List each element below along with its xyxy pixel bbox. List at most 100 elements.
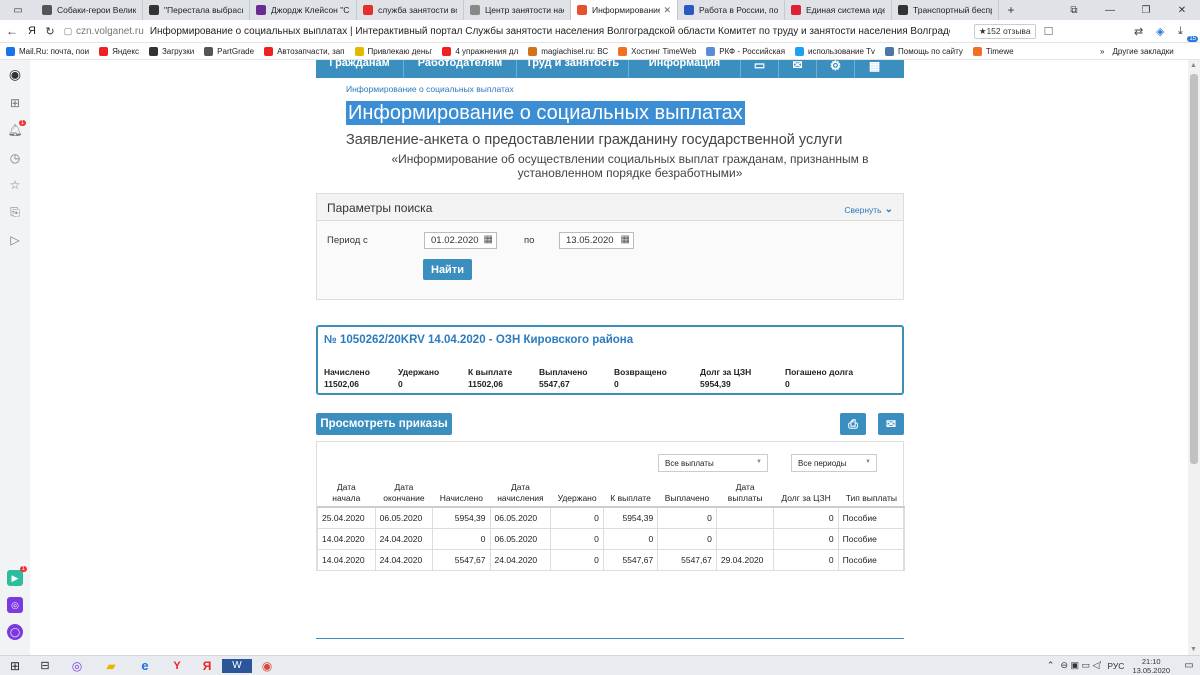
notification-center-icon[interactable]: ▭: [1178, 660, 1200, 671]
bookmark-item[interactable]: использование Tv: [795, 46, 875, 56]
tray-icons[interactable]: ⊖ ▣ ▭ ◁ʼ: [1060, 660, 1101, 671]
bookmark-tabs-icon[interactable]: ⧉: [1056, 0, 1092, 20]
settings-icon[interactable]: ⚙: [817, 60, 855, 78]
close-window-icon[interactable]: ✕: [1164, 0, 1200, 20]
table-row[interactable]: 14.04.2020 24.04.2020 0 06.05.2020 0 0 0 0 Пособ…: [317, 527, 906, 550]
bookmark-item[interactable]: magiachisel.ru: ВС: [528, 46, 608, 56]
browser-tab[interactable]: Работа в России, пои: [678, 0, 785, 20]
yandex-logo[interactable]: Я: [24, 25, 40, 37]
nav-info[interactable]: Информация: [629, 60, 741, 78]
bookmark-item[interactable]: PartGrade: [204, 46, 254, 56]
other-bookmarks[interactable]: Другие закладки: [1112, 47, 1173, 56]
print-icon[interactable]: ⎙: [840, 413, 866, 435]
date-to-input[interactable]: 13.05.2020 ▦: [559, 232, 634, 249]
browser-tab[interactable]: Информирование ✕: [571, 0, 678, 20]
alice-voice-icon[interactable]: ◯: [7, 624, 23, 640]
find-button[interactable]: Найти: [423, 259, 472, 280]
favicon-icon: [363, 5, 373, 15]
minimize-icon[interactable]: —: [1092, 0, 1128, 20]
alice-app-icon[interactable]: ◎: [7, 597, 23, 613]
bookmark-icon[interactable]: ☐: [1044, 25, 1054, 38]
bookmark-item[interactable]: 4 упражнения дл: [442, 46, 518, 56]
video-icon[interactable]: ▷: [7, 232, 23, 248]
table-cell: 5954,39: [432, 506, 491, 529]
protect-icon[interactable]: ◈: [1156, 25, 1178, 38]
summary-title[interactable]: № 1050262/20KRV 14.04.2020 - ОЗН Кировск…: [324, 334, 633, 346]
browser-tab[interactable]: Транспортный беспр: [892, 0, 999, 20]
browser-tab[interactable]: "Перестала выбрасыв: [143, 0, 250, 20]
bookmark-item[interactable]: Яндекс: [99, 46, 139, 56]
table-cell: 06.05.2020: [489, 506, 552, 529]
browser-tab[interactable]: Единая система иден: [785, 0, 892, 20]
view-orders-button[interactable]: Просмотреть приказы: [316, 413, 452, 435]
bookmark-item[interactable]: Mail.Ru: почта, пои: [6, 46, 89, 56]
table-row[interactable]: 14.04.2020 24.04.2020 5547,67 24.04.2020 0 55…: [317, 548, 906, 571]
scroll-up-icon[interactable]: ▲: [1190, 62, 1197, 69]
downloads-icon[interactable]: ⤓ 15: [1178, 25, 1200, 42]
alice-taskbar-icon[interactable]: ◎: [60, 659, 94, 673]
alice-icon[interactable]: ◉: [7, 66, 23, 82]
breadcrumb[interactable]: Информирование о социальных выплатах: [346, 84, 514, 94]
tray-chevron-icon[interactable]: ⌃: [1047, 660, 1055, 671]
document-icon[interactable]: ▭: [741, 60, 779, 78]
lock-icon[interactable]: ▢: [60, 26, 76, 37]
yandex-browser-icon[interactable]: Я: [192, 659, 222, 673]
email-icon[interactable]: ✉: [878, 413, 904, 435]
close-tab-icon[interactable]: ✕: [663, 5, 671, 16]
url-title[interactable]: Информирование о социальных выплатах | И…: [150, 26, 950, 37]
window-menu-icon[interactable]: ▭: [0, 0, 36, 20]
summary-value: 5547,67: [539, 379, 570, 389]
browser-tab[interactable]: Джордж Клейсон "Са: [250, 0, 357, 20]
calendar-icon[interactable]: ▦: [484, 234, 493, 245]
bookmark-item[interactable]: Хостинг TimeWeb: [618, 46, 696, 56]
translate-icon[interactable]: ⇄: [1134, 25, 1156, 38]
task-view-icon[interactable]: ⊟: [30, 659, 60, 672]
nav-citizens[interactable]: Гражданам: [316, 60, 404, 78]
bookmark-item[interactable]: Привлекаю деньг: [354, 46, 432, 56]
favorites-icon[interactable]: ☆: [7, 177, 23, 193]
history-icon[interactable]: ◷: [7, 150, 23, 166]
services-grid-icon[interactable]: ⊞: [7, 95, 23, 111]
edge-icon[interactable]: e: [128, 658, 162, 673]
bookmark-item[interactable]: Загрузки: [148, 46, 194, 56]
date-from-input[interactable]: 01.02.2020 ▦: [424, 232, 497, 249]
mail-icon[interactable]: ✉: [779, 60, 817, 78]
language-indicator[interactable]: РУС: [1107, 661, 1124, 671]
calendar-icon[interactable]: ▦: [621, 234, 630, 245]
file-explorer-icon[interactable]: ▰: [94, 659, 128, 673]
to-label: по: [524, 235, 535, 246]
reviews-badge[interactable]: ★152 отзыва: [973, 23, 1036, 39]
yandex-taskbar-icon[interactable]: Y: [162, 660, 192, 672]
bookmark-item[interactable]: Автозапчасти, зап: [264, 46, 345, 56]
messenger-app-icon[interactable]: ▶ 1: [7, 566, 27, 586]
scrollbar-thumb[interactable]: [1190, 74, 1198, 464]
windows-start-icon[interactable]: ⊞: [0, 659, 30, 673]
nav-labor[interactable]: Труд и занятость: [517, 60, 629, 78]
payments-filter[interactable]: Все выплаты ▼: [658, 454, 768, 472]
word-icon[interactable]: W: [222, 658, 252, 673]
maximize-icon[interactable]: ❐: [1128, 0, 1164, 20]
back-icon[interactable]: ←: [0, 24, 24, 38]
bookmark-item[interactable]: РКФ - Российская: [706, 46, 785, 56]
bookmark-item[interactable]: Timewe: [972, 46, 1014, 56]
table-row[interactable]: 25.04.2020 06.05.2020 5954,39 06.05.2020 0 59…: [317, 506, 906, 529]
bookmark-item[interactable]: Помощь по сайту: [885, 46, 963, 56]
collections-icon[interactable]: ⎘: [7, 204, 23, 220]
scroll-down-icon[interactable]: ▼: [1190, 646, 1197, 653]
column-header: Начислено: [432, 480, 491, 508]
notifications-icon[interactable]: 🔔︎ 1: [7, 120, 26, 138]
url-domain[interactable]: czn.volganet.ru: [76, 26, 144, 37]
clock[interactable]: 21:10 13.05.2020: [1132, 657, 1170, 675]
sitemap-icon[interactable]: ▦: [855, 60, 894, 78]
reload-icon[interactable]: ↻: [40, 25, 60, 38]
browser-tab[interactable]: Собаки-герои Велико: [36, 0, 143, 20]
collapse-button[interactable]: Свернуть ⌄: [844, 204, 893, 215]
new-tab-button[interactable]: +: [999, 0, 1023, 20]
more-bookmarks[interactable]: »: [1100, 47, 1104, 56]
chrome-icon[interactable]: ◉: [252, 659, 282, 673]
periods-filter[interactable]: Все периоды ▼: [791, 454, 877, 472]
browser-tab[interactable]: служба занятости вол: [357, 0, 464, 20]
page-scrollbar[interactable]: ▲ ▼: [1188, 60, 1200, 655]
nav-employers[interactable]: Работодателям: [404, 60, 517, 78]
browser-tab[interactable]: Центр занятости насе: [464, 0, 571, 20]
